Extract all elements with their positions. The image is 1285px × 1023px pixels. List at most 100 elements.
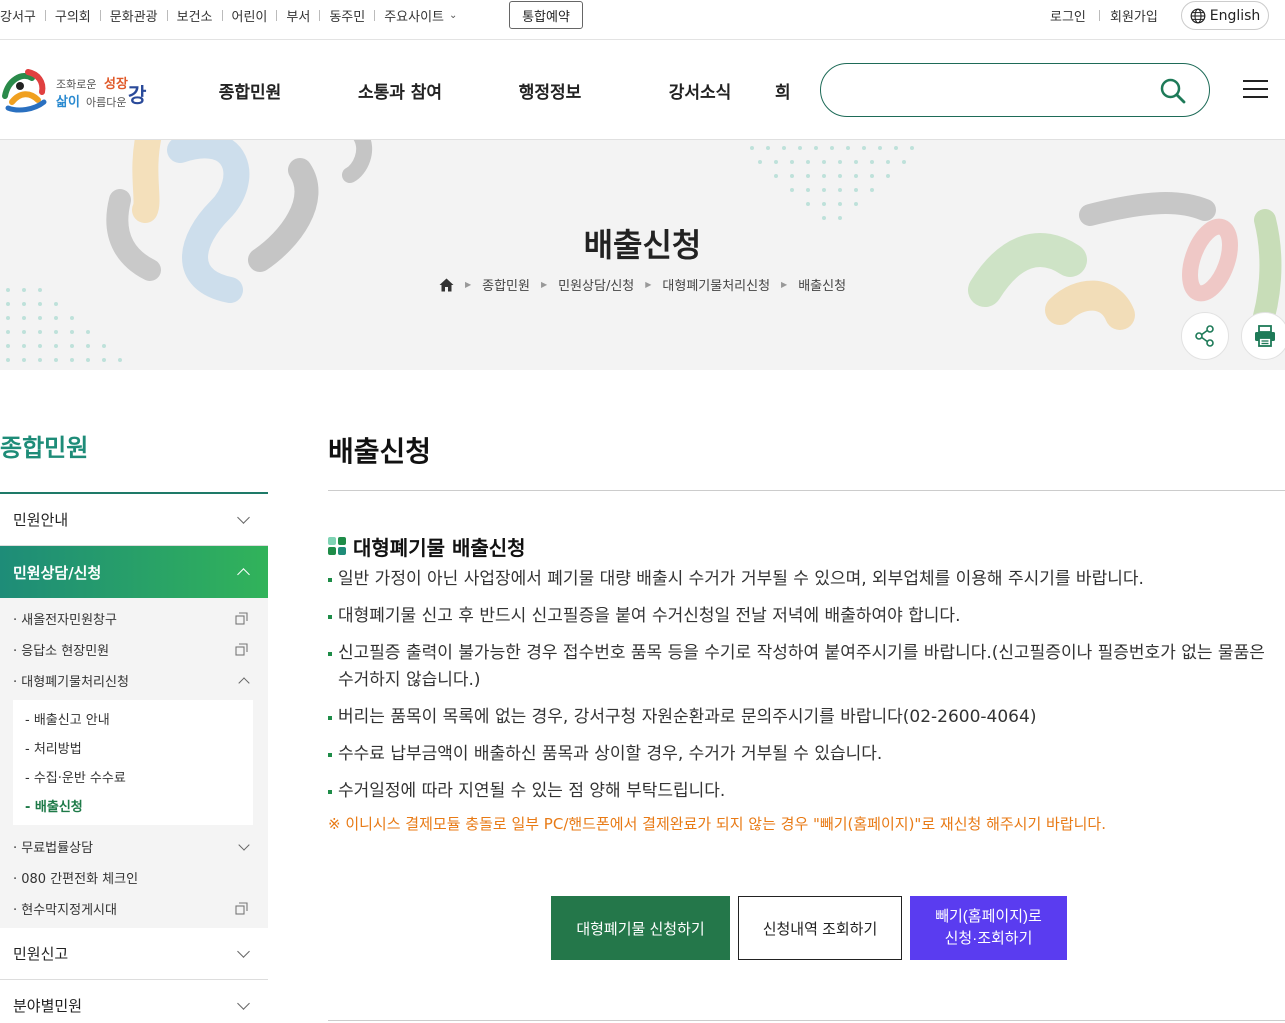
divider [319, 9, 321, 21]
lnb-sub-field[interactable]: 응답소 현장민원 [0, 634, 268, 665]
site-link-kids[interactable]: 어린이 [232, 6, 268, 25]
breadcrumb-item[interactable]: 민원상담/신청 [558, 275, 634, 294]
site-link-community-center[interactable]: 동주민 [329, 6, 365, 25]
notice-list: 일반 가정이 아닌 사업장에서 폐기물 대량 배출시 수거가 거부될 수 있으며… [328, 566, 1285, 815]
printer-icon [1255, 325, 1275, 347]
search-input[interactable] [841, 64, 1141, 116]
site-link-gangseo[interactable]: 강서구 [0, 6, 36, 25]
site-link-department[interactable]: 부서 [286, 6, 310, 25]
lnb-sub3-apply-current[interactable]: 배출신청 [13, 791, 253, 820]
gangseo-logo[interactable]: 조화로운 성장 삶이 아름다운 강 [0, 62, 150, 116]
lnb-sub3-report-guide[interactable]: 배출신고 안내 [13, 704, 253, 733]
breadcrumb-item-current[interactable]: 배출신청 [798, 275, 846, 294]
lnb-submenu: 새올전자민원창구 응답소 현장민원 대형폐기물처리신청 배출신고 안내 처리방법… [0, 598, 268, 928]
list-item: 일반 가정이 아닌 사업장에서 폐기물 대량 배출시 수거가 거부될 수 있으며… [328, 566, 1285, 593]
chevron-down-icon [237, 510, 250, 524]
lnb-sub-bulky-waste[interactable]: 대형폐기물처리신청 [0, 665, 268, 696]
lnb-sub-080-checkin[interactable]: 080 간편전화 체크인 [0, 862, 268, 893]
ppaegi-homepage-button[interactable]: 빼기(홈페이지)로 신청·조회하기 [910, 896, 1067, 960]
new-window-icon [235, 612, 248, 625]
main-navigation: 종합민원 소통과 참여 행정정보 강서소식 희 [175, 40, 801, 140]
divider [166, 9, 168, 21]
section-bullet-icon [328, 537, 346, 555]
lnb-sub-banner-board[interactable]: 현수막지정게시대 [0, 893, 268, 924]
list-item: 신고필증 출력이 불가능한 경우 접수번호 품목 등을 수기로 작성하여 붙여주… [328, 640, 1285, 694]
svg-text:조화로운: 조화로운 [56, 78, 96, 91]
list-item: 버리는 품목이 목록에 없는 경우, 강서구청 자원순환과로 문의주시기를 바랍… [328, 704, 1285, 731]
share-icon [1195, 325, 1214, 347]
utility-bar: 강서구 구의회 문화관광 보건소 어린이 부서 동주민 주요사이트 ⌄ 통합예약 … [0, 0, 1285, 40]
gnb-item-partial[interactable]: 희 [775, 78, 801, 103]
chevron-down-icon: ⌄ [449, 9, 458, 21]
breadcrumb-arrow-icon: ▶ [645, 280, 652, 289]
svg-text:삶이: 삶이 [56, 94, 80, 110]
language-button[interactable]: English [1181, 1, 1269, 30]
lnb-third-menu: 배출신고 안내 처리방법 수집·운반 수수료 배출신청 [13, 700, 253, 825]
login-link[interactable]: 로그인 [1050, 6, 1086, 25]
lnb-sub3-method[interactable]: 처리방법 [13, 733, 253, 762]
hamburger-menu-icon[interactable] [1243, 80, 1269, 100]
svg-text:아름다운: 아름다운 [86, 96, 126, 109]
divider [221, 9, 223, 21]
lnb-item-report[interactable]: 민원신고 [0, 928, 268, 980]
list-item: 대형폐기물 신고 후 반드시 신고필증을 붙여 수거신청일 전날 저녁에 배출하… [328, 603, 1285, 630]
divider [328, 1020, 1285, 1021]
gnb-item-news[interactable]: 강서소식 [625, 78, 775, 103]
chevron-down-icon [237, 944, 250, 958]
list-item: 수거일정에 따라 지연될 수 있는 점 양해 부탁드립니다. [328, 778, 1285, 805]
globe-icon [1190, 8, 1206, 23]
svg-text:성장: 성장 [104, 76, 128, 92]
payment-warning: ※ 이니시스 결제모듈 충돌로 일부 PC/핸드폰에서 결제완료가 되지 않는 … [328, 815, 1107, 833]
lnb-item-field-civil[interactable]: 분야별민원 [0, 980, 268, 1023]
share-button[interactable] [1181, 312, 1229, 360]
lnb-item-consult[interactable]: 민원상담/신청 [0, 546, 268, 598]
divider [276, 9, 278, 21]
lnb-sub-legal[interactable]: 무료법률상담 [0, 831, 268, 862]
divider [374, 9, 376, 21]
breadcrumb-item[interactable]: 대형폐기물처리신청 [662, 275, 770, 294]
bulky-waste-apply-button[interactable]: 대형폐기물 신청하기 [551, 896, 730, 960]
breadcrumb: ▶ 종합민원 ▶ 민원상담/신청 ▶ 대형폐기물처리신청 ▶ 배출신청 [0, 275, 1285, 294]
home-icon[interactable] [439, 278, 454, 292]
page-title: 배출신청 [583, 226, 702, 264]
site-header: 조화로운 성장 삶이 아름다운 강 종합민원 소통과 참여 행정정보 강서소식 … [0, 40, 1285, 140]
list-item: 수수료 납부금액이 배출하신 품목과 상이할 경우, 수거가 거부될 수 있습니… [328, 741, 1285, 768]
breadcrumb-arrow-icon: ▶ [464, 280, 472, 289]
lnb-sub-saeol[interactable]: 새올전자민원창구 [0, 603, 268, 634]
gnb-item-admin-info[interactable]: 행정정보 [475, 78, 625, 103]
lnb-item-guide[interactable]: 민원안내 [0, 494, 268, 546]
breadcrumb-arrow-icon: ▶ [540, 280, 548, 289]
site-link-major-sites[interactable]: 주요사이트 ⌄ [384, 6, 457, 25]
new-window-icon [235, 902, 248, 915]
lnb-sub3-fee[interactable]: 수집·운반 수수료 [13, 762, 253, 791]
application-history-button[interactable]: 신청내역 조회하기 [738, 896, 902, 960]
gnb-item-civil-service[interactable]: 종합민원 [175, 78, 325, 103]
search-box [820, 63, 1210, 117]
logo-emblem: 조화로운 성장 삶이 아름다운 강 [2, 69, 147, 113]
site-link-health[interactable]: 보건소 [177, 6, 213, 25]
content-title: 배출신청 [328, 435, 432, 468]
site-link-council[interactable]: 구의회 [55, 6, 91, 25]
gnb-item-communication[interactable]: 소통과 참여 [325, 78, 475, 103]
site-link-culture[interactable]: 문화관광 [110, 6, 158, 25]
chevron-up-icon [238, 676, 250, 689]
chevron-up-icon [237, 567, 250, 581]
print-button[interactable] [1241, 312, 1285, 360]
divider [99, 9, 101, 21]
new-window-icon [235, 643, 248, 656]
svg-text:강: 강 [128, 83, 147, 107]
site-links: 강서구 구의회 문화관광 보건소 어린이 부서 동주민 주요사이트 ⌄ [0, 0, 457, 30]
reservation-button[interactable]: 통합예약 [509, 1, 583, 29]
chevron-down-icon [238, 838, 250, 851]
divider [328, 490, 1285, 491]
chevron-down-icon [237, 996, 250, 1010]
search-icon[interactable] [1159, 77, 1187, 105]
lnb-title: 종합민원 [0, 434, 89, 462]
sub-visual-banner: 배출신청 ▶ 종합민원 ▶ 민원상담/신청 ▶ 대형폐기물처리신청 ▶ 배출신청 [0, 140, 1285, 370]
side-navigation: 민원안내 민원상담/신청 새올전자민원창구 응답소 현장민원 대형폐기물처리신청… [0, 492, 268, 1023]
signup-link[interactable]: 회원가입 [1110, 6, 1158, 25]
divider [44, 9, 46, 21]
breadcrumb-item[interactable]: 종합민원 [482, 275, 530, 294]
section-title: 대형폐기물 배출신청 [353, 536, 526, 560]
breadcrumb-arrow-icon: ▶ [781, 280, 788, 289]
